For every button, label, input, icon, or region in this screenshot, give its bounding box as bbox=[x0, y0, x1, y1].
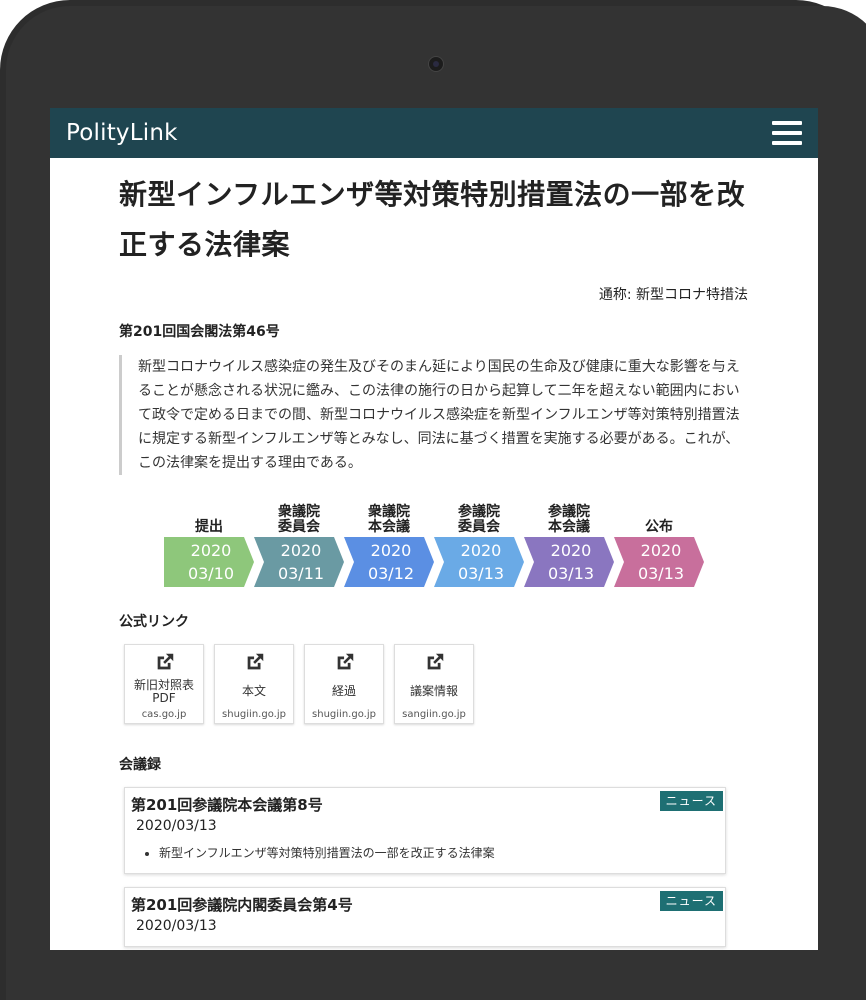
official-link-domain: shugiin.go.jp bbox=[222, 709, 286, 720]
official-link-card[interactable]: 本文 shugiin.go.jp bbox=[214, 644, 294, 724]
camera-icon bbox=[428, 56, 444, 72]
meeting-list: 第201回参議院本会議第8号2020/03/13ニュース新型インフルエンザ等対策… bbox=[119, 787, 748, 947]
timeline-step-label: 衆議院 本会議 bbox=[368, 504, 410, 535]
timeline-step-label: 参議院 委員会 bbox=[458, 504, 500, 535]
official-link-card[interactable]: 議案情報 sangiin.go.jp bbox=[394, 644, 474, 724]
official-link-card[interactable]: 新旧対照表 PDF cas.go.jp bbox=[124, 644, 204, 724]
timeline-year: 2020 bbox=[550, 541, 592, 560]
main-content: 新型インフルエンザ等対策特別措置法の一部を改正する法律案 通称: 新型コロナ特措… bbox=[50, 170, 818, 947]
timeline-step: 参議院 本会議 2020 03/13 bbox=[524, 501, 614, 587]
timeline-date: 03/13 bbox=[637, 564, 685, 583]
timeline-step: 衆議院 委員会 2020 03/11 bbox=[254, 501, 344, 587]
page-title: 新型インフルエンザ等対策特別措置法の一部を改正する法律案 bbox=[119, 178, 746, 261]
official-link-label: 経過 bbox=[331, 684, 356, 698]
timeline-step-date: 2020 03/12 bbox=[344, 537, 434, 587]
timeline-step: 衆議院 本会議 2020 03/12 bbox=[344, 501, 434, 587]
meeting-date: 2020/03/13 bbox=[136, 918, 217, 934]
timeline-step-label: 衆議院 委員会 bbox=[278, 504, 320, 535]
timeline-date: 03/11 bbox=[277, 564, 325, 583]
timeline-year: 2020 bbox=[640, 541, 682, 560]
meeting-title[interactable]: 第201回参議院本会議第8号 bbox=[131, 794, 725, 816]
timeline-step-date: 2020 03/11 bbox=[254, 537, 344, 587]
timeline-year: 2020 bbox=[280, 541, 322, 560]
official-links: 新旧対照表 PDF cas.go.jp 本文 shugiin.go.jp 経過 shugi… bbox=[124, 644, 748, 724]
official-link-label: 新旧対照表 PDF bbox=[133, 678, 194, 705]
meeting-card[interactable]: 第201回参議院内閣委員会第4号 2020/03/13 ニュース bbox=[124, 887, 726, 947]
bill-number: 第201回国会閣法第46号 bbox=[119, 324, 280, 340]
timeline-step: 参議院 委員会 2020 03/13 bbox=[434, 501, 524, 587]
timeline-year: 2020 bbox=[460, 541, 502, 560]
timeline-date: 03/12 bbox=[367, 564, 415, 583]
timeline-step-label: 提出 bbox=[195, 519, 223, 535]
brand-logo[interactable]: PolityLink bbox=[66, 120, 178, 146]
external-link-icon bbox=[154, 651, 176, 673]
external-link-icon bbox=[244, 651, 266, 673]
news-badge: ニュース bbox=[659, 891, 723, 911]
screen: PolityLink 新型インフルエンザ等対策特別措置法の一部を改正する法律案 … bbox=[50, 108, 818, 950]
official-link-domain: sangiin.go.jp bbox=[402, 709, 466, 720]
hamburger-menu-icon[interactable] bbox=[772, 121, 802, 145]
timeline-date: 03/13 bbox=[547, 564, 595, 583]
meeting-date: 2020/03/13 bbox=[136, 818, 217, 834]
official-links-heading: 公式リンク bbox=[119, 614, 189, 630]
timeline-step-date: 2020 03/13 bbox=[614, 537, 704, 587]
timeline-year: 2020 bbox=[370, 541, 412, 560]
official-link-domain: shugiin.go.jp bbox=[312, 709, 376, 720]
timeline-step-date: 2020 03/10 bbox=[164, 537, 254, 587]
external-link-icon bbox=[424, 651, 446, 673]
timeline-step: 提出 2020 03/10 bbox=[164, 501, 254, 587]
meetings-heading: 会議録 bbox=[119, 757, 161, 773]
external-link-icon bbox=[334, 651, 356, 673]
timeline-date: 03/10 bbox=[187, 564, 235, 583]
meeting-bill-item[interactable]: 新型インフルエンザ等対策特別措置法の一部を改正する法律案 bbox=[159, 844, 725, 861]
timeline-step-label: 参議院 本会議 bbox=[548, 504, 590, 535]
meeting-card[interactable]: 第201回参議院本会議第8号 2020/03/13 ニュース新型インフルエンザ等対策… bbox=[124, 787, 726, 874]
official-link-card[interactable]: 経過 shugiin.go.jp bbox=[304, 644, 384, 724]
official-link-domain: cas.go.jp bbox=[141, 709, 187, 720]
tablet-frame: PolityLink 新型インフルエンザ等対策特別措置法の一部を改正する法律案 … bbox=[0, 0, 866, 1000]
timeline-step: 公布 2020 03/13 bbox=[614, 501, 704, 587]
bill-reason: 新型コロナウイルス感染症の発生及びそのまん延により国民の生命及び健康に重大な影響… bbox=[119, 355, 748, 475]
meeting-bill-list: 新型インフルエンザ等対策特別措置法の一部を改正する法律案 bbox=[159, 844, 725, 861]
news-badge: ニュース bbox=[659, 791, 723, 811]
timeline-year: 2020 bbox=[190, 541, 232, 560]
official-link-label: 議案情報 bbox=[409, 684, 458, 698]
timeline-step-label: 公布 bbox=[645, 519, 673, 535]
timeline-step-date: 2020 03/13 bbox=[434, 537, 524, 587]
timeline-date: 03/13 bbox=[457, 564, 505, 583]
bill-alias: 通称: 新型コロナ特措法 bbox=[598, 287, 748, 303]
official-link-label: 本文 bbox=[241, 684, 266, 698]
timeline-step-date: 2020 03/13 bbox=[524, 537, 614, 587]
navbar: PolityLink bbox=[50, 108, 818, 158]
progress-timeline: 提出 2020 03/10 衆議院 委員会 2020 03/11 衆議院 本会議 2020 03… bbox=[164, 501, 748, 587]
meeting-title[interactable]: 第201回参議院内閣委員会第4号 bbox=[131, 894, 725, 916]
